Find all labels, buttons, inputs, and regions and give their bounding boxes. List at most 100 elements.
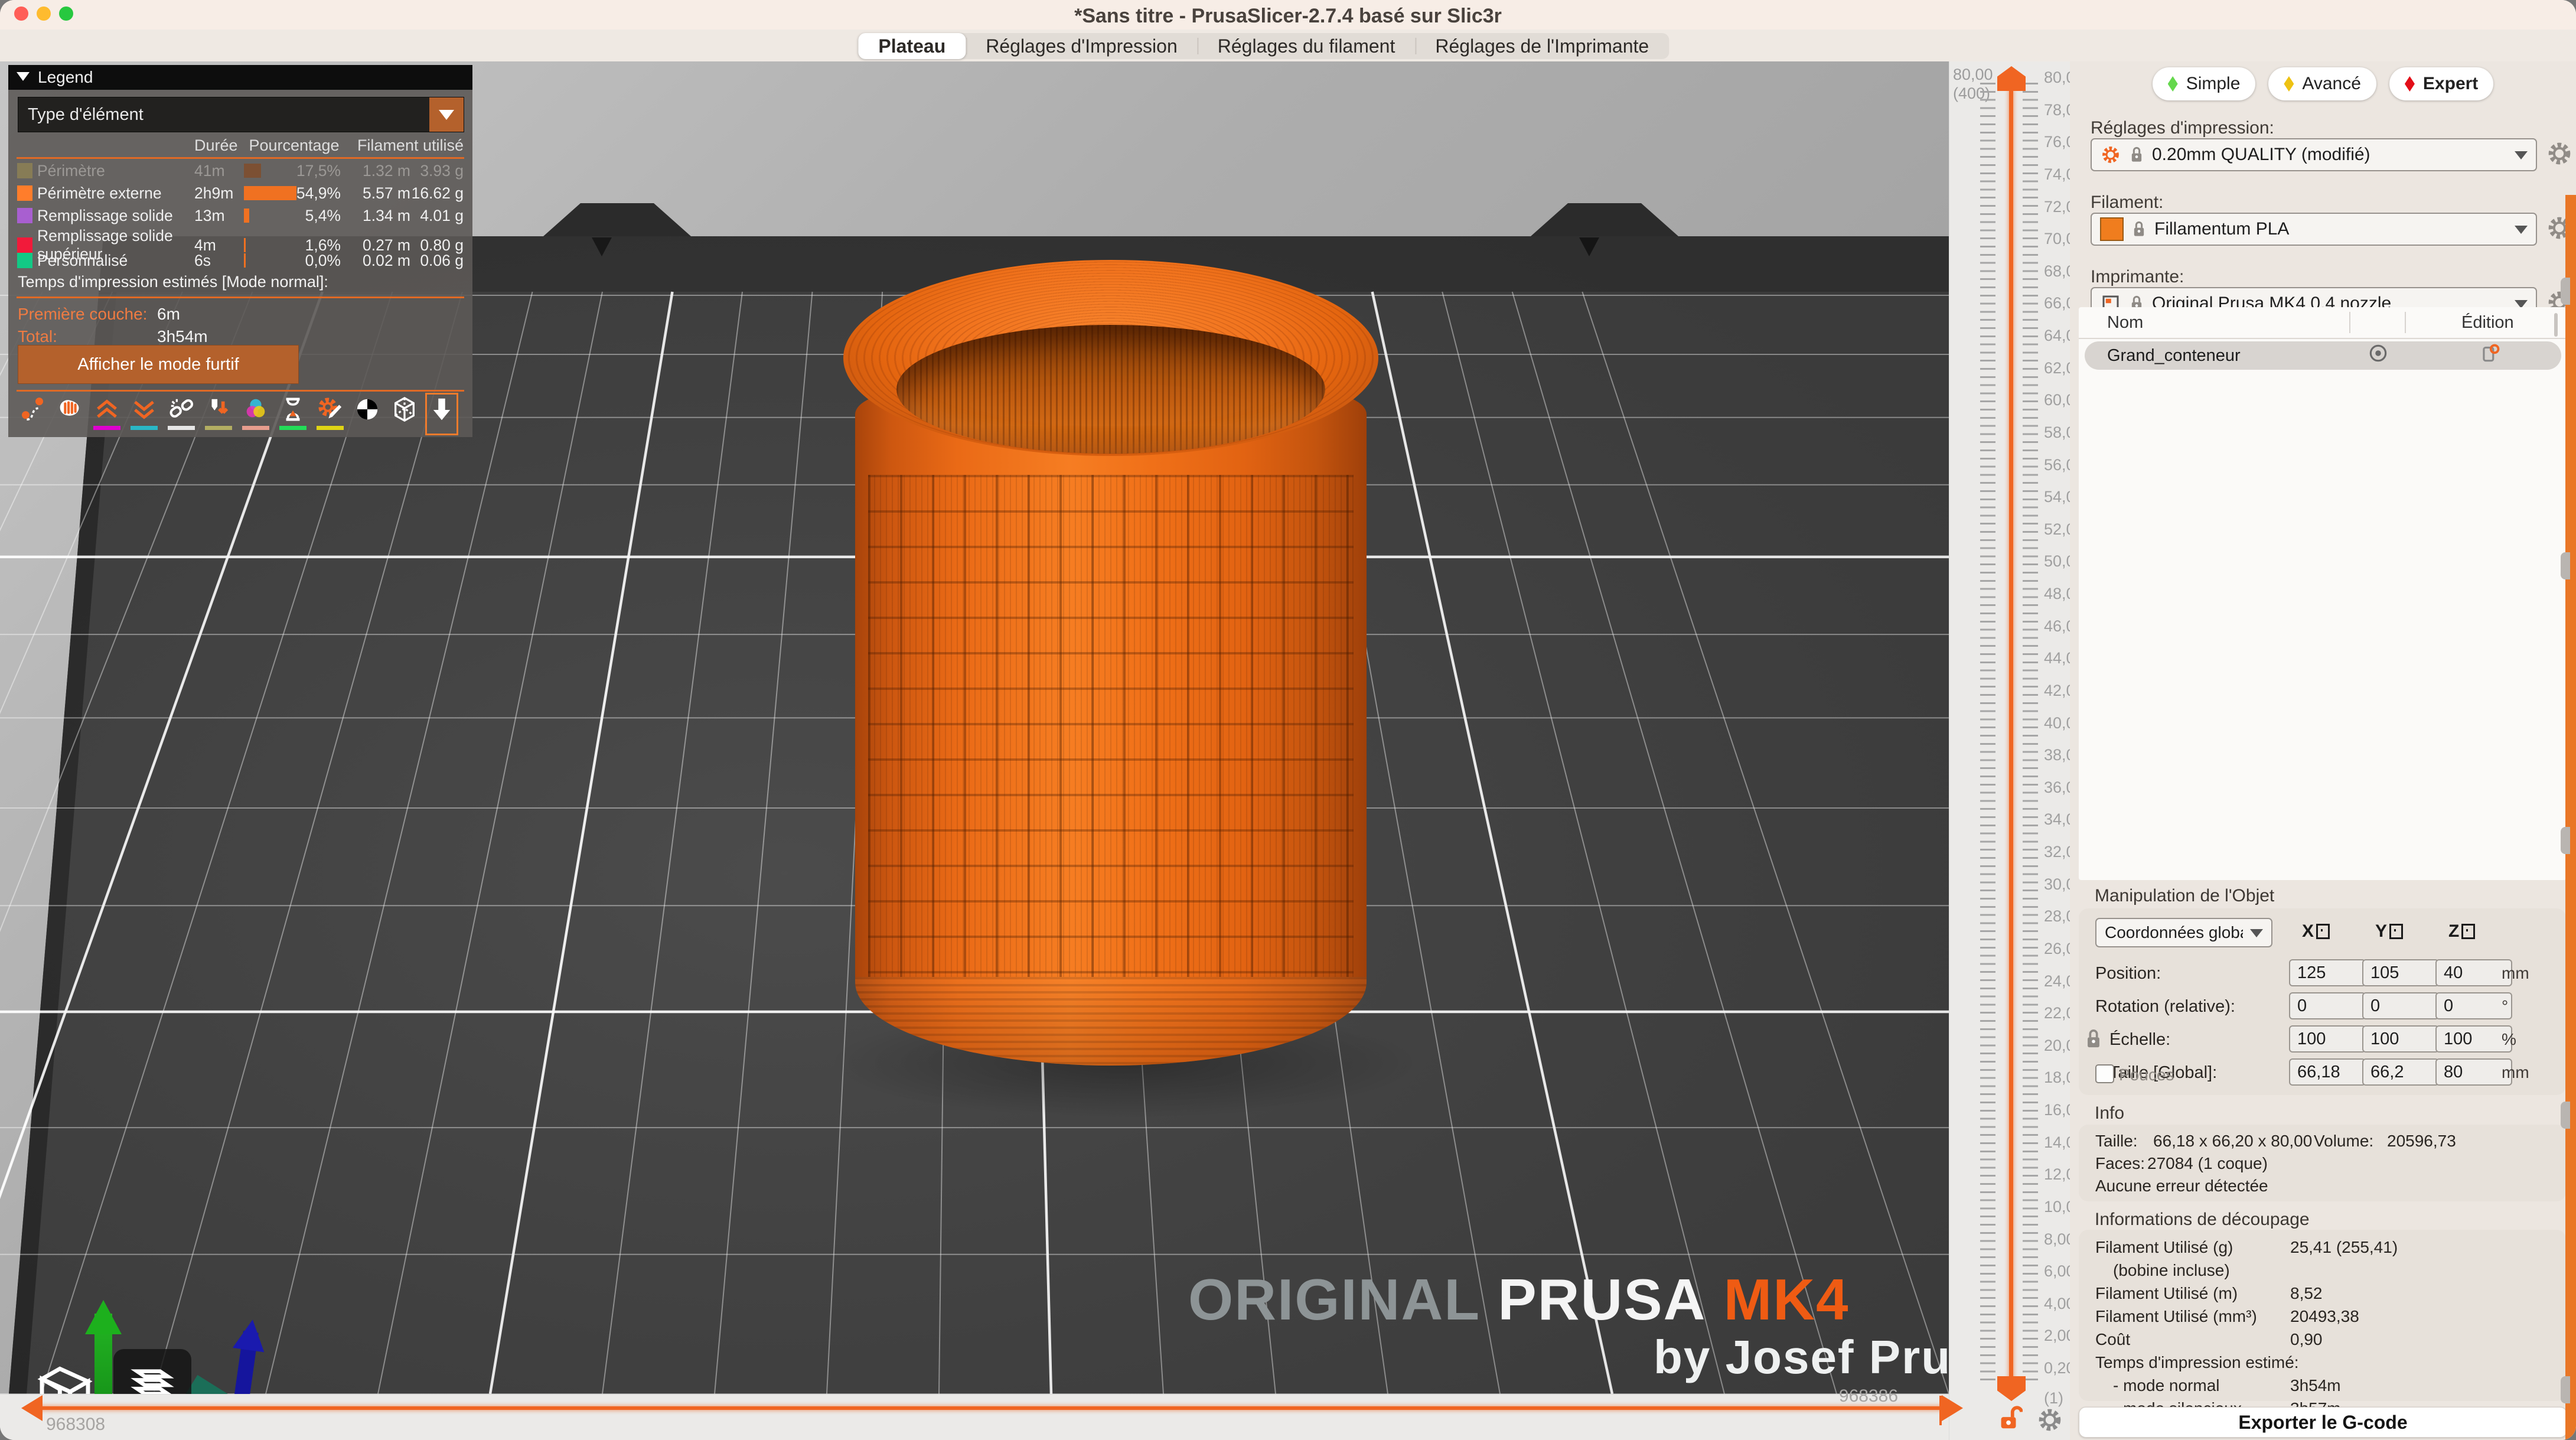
tab-r-glages-d-impression[interactable]: Réglages d'Impression bbox=[966, 33, 1198, 59]
manip-input-z[interactable] bbox=[2435, 992, 2512, 1019]
preview-layers-button[interactable] bbox=[113, 1349, 191, 1394]
view-type-dropdown[interactable]: Type d'élément bbox=[18, 97, 464, 132]
axis-header-z: Z bbox=[2448, 921, 2475, 941]
manip-input-x[interactable] bbox=[2289, 992, 2366, 1019]
eye-icon[interactable] bbox=[2367, 342, 2389, 369]
travel-icon[interactable] bbox=[19, 396, 46, 432]
scrollbar-thumb[interactable] bbox=[2554, 313, 2558, 337]
tab-r-glages-de-l-imprimante[interactable]: Réglages de l'Imprimante bbox=[1415, 33, 1669, 59]
wipe-icon[interactable] bbox=[56, 396, 83, 432]
shells-icon[interactable] bbox=[391, 396, 418, 432]
manip-row: Rotation (relative):° bbox=[2079, 992, 2566, 1019]
move-slider-right-value: 968386 bbox=[1839, 1386, 1898, 1406]
coordinates-dropdown[interactable]: Coordonnées globales bbox=[2095, 918, 2272, 947]
export-gcode-button[interactable]: Exporter le G-code bbox=[2079, 1407, 2567, 1438]
manip-input-y[interactable] bbox=[2362, 992, 2439, 1019]
deretractions-icon[interactable] bbox=[131, 396, 158, 432]
stealth-mode-button[interactable]: Afficher le mode furtif bbox=[18, 345, 299, 384]
manip-row: Position:mm bbox=[2079, 959, 2566, 986]
ruler-ticks-right bbox=[2023, 83, 2038, 1386]
mode-avancé[interactable]: Avancé bbox=[2268, 67, 2376, 100]
scale-lock-icon[interactable] bbox=[2083, 1027, 2104, 1051]
dropdown-arrow-icon[interactable] bbox=[429, 97, 464, 132]
slicing-value: 8,52 bbox=[2290, 1284, 2552, 1303]
layer-slider-track[interactable] bbox=[2009, 89, 2013, 1380]
tab-bar: PlateauRéglages d'ImpressionRéglages du … bbox=[0, 30, 2576, 62]
tab-plateau[interactable]: Plateau bbox=[858, 33, 966, 59]
bed-byline-text: by Josef Prus bbox=[1654, 1330, 1949, 1384]
seams-icon[interactable] bbox=[168, 396, 195, 432]
manipulation-title: Manipulation de l'Objet bbox=[2095, 886, 2274, 906]
move-slider: 968308 968386 bbox=[0, 1394, 1949, 1440]
slicing-label: Filament Utilisé (m) bbox=[2095, 1284, 2290, 1303]
viewport-3d[interactable]: ORIGINAL PRUSA MK4 by Josef Prus Legend bbox=[0, 61, 1949, 1394]
filament-dropdown[interactable]: Fillamentum PLA bbox=[2091, 213, 2537, 246]
tab-r-glages-du-filament[interactable]: Réglages du filament bbox=[1198, 33, 1416, 59]
legend-row[interactable]: Périmètre externe2h9m54,9%5.57 m16.62 g bbox=[8, 182, 472, 204]
center-of-mass-icon[interactable] bbox=[354, 396, 381, 432]
tool-changes-icon[interactable] bbox=[205, 396, 232, 432]
color-changes-icon[interactable] bbox=[242, 396, 269, 432]
layer-slider-bottom-thumb[interactable] bbox=[1997, 1376, 2026, 1401]
slicing-label: Filament Utilisé (mm³) bbox=[2095, 1307, 2290, 1326]
first-layer-time: Première couche:6m bbox=[18, 305, 147, 324]
custom-gcode-icon[interactable] bbox=[317, 396, 344, 432]
manip-input-y[interactable] bbox=[2362, 1058, 2439, 1086]
move-slider-left-thumb[interactable] bbox=[21, 1395, 43, 1421]
bed-brand-text: ORIGINAL PRUSA MK4 bbox=[1188, 1266, 1850, 1333]
legend-row[interactable]: Remplissage solide supérieur4m1,6%0.27 m… bbox=[8, 227, 472, 249]
unlock-icon[interactable] bbox=[1995, 1403, 2023, 1436]
info-panel: Taille: 66,18 x 66,20 x 80,00 Volume: 20… bbox=[2079, 1125, 2566, 1201]
legend-row[interactable]: Personnalisé6s0,0%0.02 m0.06 g bbox=[8, 249, 472, 272]
inches-checkbox[interactable] bbox=[2095, 1064, 2114, 1083]
manip-input-x[interactable] bbox=[2289, 959, 2366, 986]
mode-diamond-icon bbox=[2405, 76, 2415, 92]
edit-object-icon[interactable] bbox=[2479, 342, 2502, 369]
filament-label: Filament: bbox=[2091, 193, 2163, 213]
manip-input-z[interactable] bbox=[2435, 1025, 2512, 1053]
manipulation-panel: Coordonnées globales X Y Z Position:mmRo… bbox=[2079, 908, 2566, 1095]
object-row-grand-conteneur[interactable]: Grand_conteneur bbox=[2085, 341, 2561, 370]
modified-gear-icon bbox=[2100, 144, 2121, 165]
legend-header[interactable]: Legend bbox=[8, 65, 472, 90]
slicing-label: - mode normal bbox=[2095, 1376, 2290, 1395]
pause-prints-icon[interactable] bbox=[279, 396, 306, 432]
print-settings-label: Réglages d'impression: bbox=[2091, 118, 2274, 138]
manip-input-x[interactable] bbox=[2289, 1058, 2366, 1086]
collapse-triangle-icon bbox=[17, 72, 30, 87]
mode-diamond-icon bbox=[2168, 76, 2178, 92]
no-errors-status: Aucune erreur détectée bbox=[2095, 1177, 2268, 1195]
tab-group: PlateauRéglages d'ImpressionRéglages du … bbox=[858, 33, 1669, 59]
legend-row[interactable]: Périmètre41m17,5%1.32 m3.93 g bbox=[8, 159, 472, 182]
feature-color-swatch bbox=[17, 163, 32, 178]
legend-row[interactable]: Remplissage solide13m5,4%1.34 m4.01 g bbox=[8, 204, 472, 227]
slicing-value: 0,90 bbox=[2290, 1330, 2552, 1349]
layer-slider: 80,00(400) 80,0078,0076,0074,0072,0070,0… bbox=[1949, 61, 2070, 1440]
manip-input-x[interactable] bbox=[2289, 1025, 2366, 1053]
feature-color-swatch bbox=[17, 185, 32, 201]
edit-print-settings-gear[interactable] bbox=[2546, 141, 2572, 167]
retractions-icon[interactable] bbox=[93, 396, 120, 432]
slicing-value: 3h54m bbox=[2290, 1376, 2552, 1395]
mode-expert[interactable]: Expert bbox=[2389, 67, 2493, 100]
lock-icon bbox=[2131, 219, 2147, 239]
manip-input-y[interactable] bbox=[2362, 1025, 2439, 1053]
manip-input-z[interactable] bbox=[2435, 1058, 2512, 1086]
3d-view-button[interactable] bbox=[26, 1349, 104, 1394]
model-cylinder-opening bbox=[896, 325, 1325, 454]
current-move-icon[interactable] bbox=[428, 396, 455, 432]
window-title: *Sans titre - PrusaSlicer-2.7.4 basé sur… bbox=[0, 5, 2576, 28]
slider-settings-gear-icon[interactable] bbox=[2037, 1407, 2063, 1436]
move-slider-right-line bbox=[1939, 1396, 1942, 1425]
layer-slider-top-thumb[interactable] bbox=[1997, 66, 2026, 91]
print-settings-dropdown[interactable]: 0.20mm QUALITY (modifié) bbox=[2091, 138, 2537, 171]
mode-diamond-icon bbox=[2284, 76, 2294, 92]
mode-simple[interactable]: Simple bbox=[2153, 67, 2256, 100]
slicing-info-title: Informations de découpage bbox=[2095, 1210, 2310, 1230]
move-slider-track[interactable] bbox=[34, 1406, 1943, 1410]
manip-input-y[interactable] bbox=[2362, 959, 2439, 986]
chevron-down-icon bbox=[2250, 929, 2263, 944]
model-cylinder-body[interactable] bbox=[855, 392, 1367, 1066]
edge-nub bbox=[2561, 1102, 2570, 1129]
manip-input-z[interactable] bbox=[2435, 959, 2512, 986]
